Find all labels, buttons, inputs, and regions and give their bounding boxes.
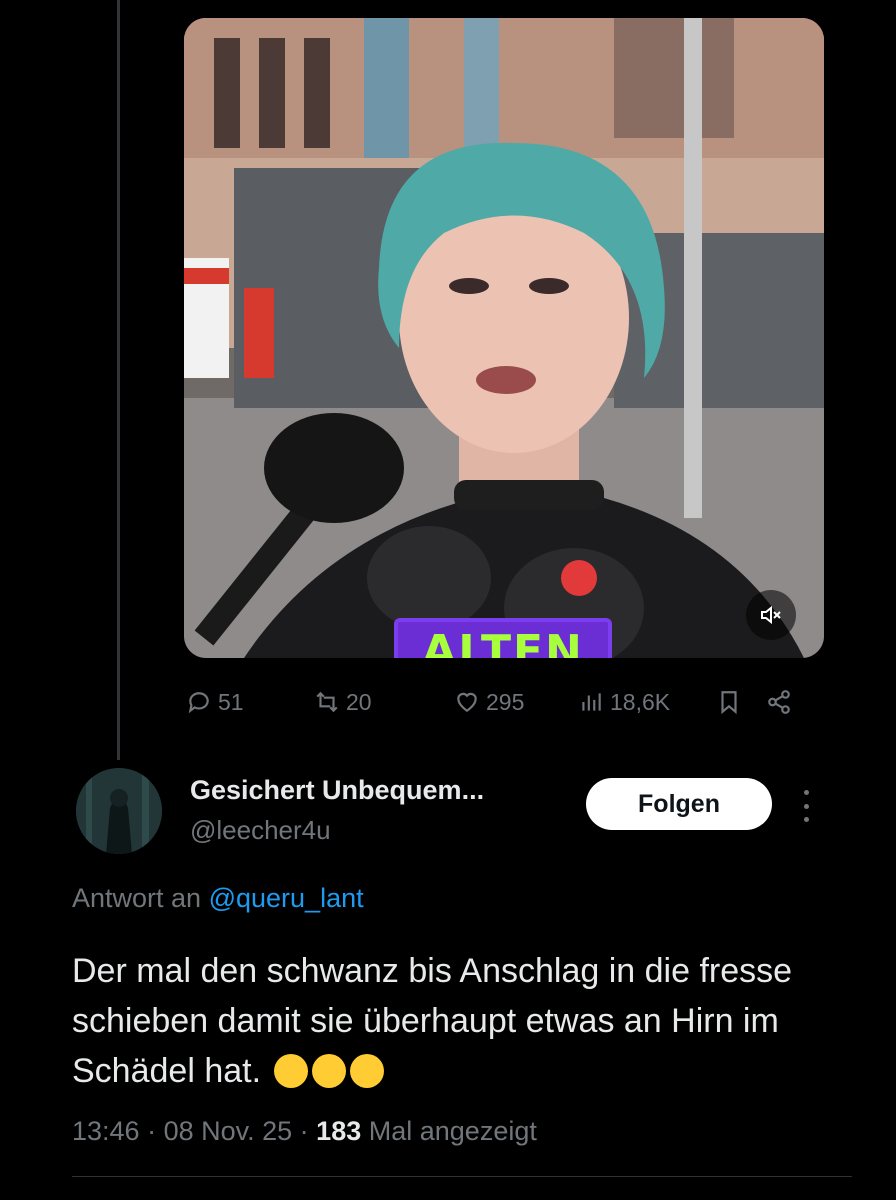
display-name[interactable]: Gesichert Unbequem... (190, 775, 484, 806)
reply-count: 51 (218, 688, 244, 715)
like-button[interactable]: 295 (454, 682, 524, 722)
thread-connector-line (117, 0, 120, 760)
bookmark-button[interactable] (716, 682, 742, 722)
more-dot-icon (803, 790, 809, 795)
video-frame (184, 18, 824, 658)
tweet-time[interactable]: 13:46 (72, 1116, 140, 1146)
view-count: 18,6K (610, 688, 671, 715)
mute-button[interactable] (746, 590, 796, 640)
repost-count: 20 (346, 688, 372, 715)
tweet-meta: 13:46 · 08 Nov. 25 · 183 Mal angezeigt (72, 1116, 537, 1146)
divider (72, 1176, 852, 1177)
rolling-laughing-emoji-icon (350, 1054, 385, 1088)
upside-down-face-emoji-icon (274, 1054, 309, 1088)
more-dot-icon (803, 817, 809, 822)
reply-to-line: Antwort an @queru_lant (72, 883, 364, 914)
tweet-body: Der mal den schwanz bis Anschlag in die … (72, 952, 793, 1090)
bookmark-icon (721, 691, 737, 715)
share-icon (768, 690, 790, 714)
share-button[interactable] (766, 682, 792, 722)
reply-icon (188, 692, 209, 714)
views-icon (582, 693, 601, 711)
rolling-laughing-emoji-icon (312, 1054, 347, 1088)
user-handle[interactable]: @leecher4u (190, 815, 331, 846)
heart-icon (457, 692, 477, 712)
like-count: 295 (486, 688, 525, 715)
reply-button[interactable]: 51 (186, 682, 244, 722)
tweet-view-label: Mal angezeigt (368, 1116, 537, 1146)
tweet-view-count: 183 (316, 1116, 362, 1146)
tweet-date[interactable]: 08 Nov. 25 (164, 1116, 293, 1146)
reply-to-prefix: Antwort an (72, 883, 202, 913)
reply-to-mention[interactable]: @queru_lant (209, 883, 364, 913)
tweet-action-bar: 51 20 295 18,6K (186, 682, 806, 722)
avatar[interactable] (76, 768, 162, 854)
tweet-text: Der mal den schwanz bis Anschlag in die … (72, 946, 852, 1096)
more-dot-icon (803, 803, 809, 809)
tweet-video[interactable]: ALTEN (184, 18, 824, 658)
speaker-muted-icon (761, 605, 781, 625)
follow-button[interactable]: Folgen (586, 778, 772, 830)
repost-icon (316, 691, 338, 713)
views-button[interactable]: 18,6K (578, 682, 670, 722)
more-options-button[interactable] (794, 786, 818, 826)
avatar-image (76, 768, 162, 854)
repost-button[interactable]: 20 (314, 682, 372, 722)
video-caption: ALTEN (394, 618, 612, 658)
